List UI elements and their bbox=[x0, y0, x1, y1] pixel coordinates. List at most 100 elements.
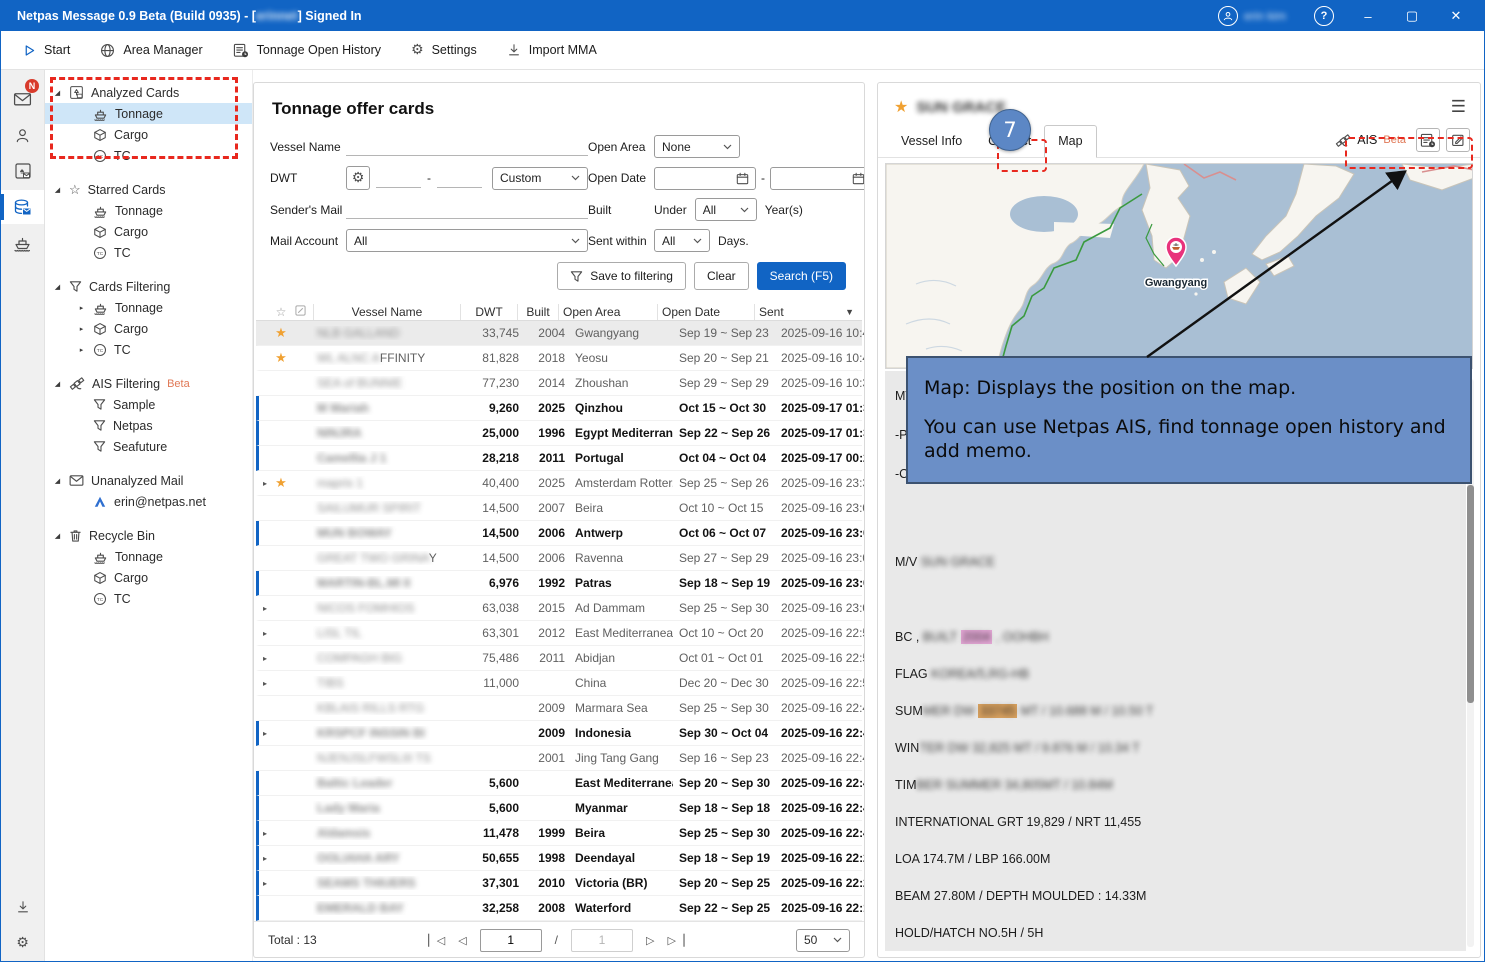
table-row[interactable]: M Mariah9,2602025QinzhouOct 15 ~ Oct 302… bbox=[256, 396, 862, 421]
table-row[interactable]: NINJRA25,0001996Egypt Mediterrane...Sep … bbox=[256, 421, 862, 446]
open-date-from-input[interactable] bbox=[654, 167, 756, 190]
dwt-column-header[interactable]: DWT bbox=[461, 305, 517, 319]
tonnage-open-history-button[interactable]: Tonnage Open History bbox=[233, 43, 381, 58]
row-expand-icon[interactable]: ▸ bbox=[259, 604, 271, 613]
settings-button[interactable]: ⚙Settings bbox=[411, 43, 477, 57]
row-expand-icon[interactable]: ▸ bbox=[259, 879, 271, 888]
expander-icon[interactable]: ◢ bbox=[53, 186, 62, 194]
sent-within-select[interactable]: All bbox=[654, 229, 710, 252]
expander-icon[interactable]: ▸ bbox=[77, 346, 86, 354]
expander-icon[interactable]: ◢ bbox=[53, 89, 62, 97]
sidebar-item-ais-filtering[interactable]: ◢AIS FilteringBeta bbox=[45, 373, 252, 394]
open-area-column-header[interactable]: Open Area bbox=[559, 305, 657, 319]
row-expand-icon[interactable]: ▸ bbox=[259, 679, 271, 688]
minimize-button[interactable]: – bbox=[1348, 2, 1388, 30]
scrollbar-thumb[interactable] bbox=[1467, 485, 1474, 703]
row-star-icon[interactable]: ★ bbox=[271, 350, 291, 366]
table-row[interactable]: ★WL ALNC AFFINITY81,8282018YeosuSep 20 ~… bbox=[256, 346, 862, 371]
mail-account-select[interactable]: All bbox=[346, 229, 588, 252]
table-row[interactable]: ▸LISL TIL63,3012012East Mediterranean...… bbox=[256, 621, 862, 646]
sent-column-header[interactable]: Sent bbox=[755, 305, 841, 319]
panel-menu-icon[interactable]: ☰ bbox=[1451, 97, 1466, 117]
last-page-button[interactable]: ▷▕ bbox=[667, 934, 684, 947]
ais-button[interactable]: AISBeta bbox=[1335, 133, 1406, 148]
rail-contacts-button[interactable] bbox=[1, 118, 44, 152]
save-to-filtering-button[interactable]: Save to filtering bbox=[557, 262, 686, 290]
expander-icon[interactable]: ▸ bbox=[77, 304, 86, 312]
expander-icon[interactable]: ◢ bbox=[53, 283, 62, 291]
table-row[interactable]: Baltic Leader5,600East Mediterranea...Se… bbox=[256, 771, 862, 796]
built-select[interactable]: All bbox=[695, 198, 757, 221]
vessel-star-icon[interactable]: ★ bbox=[894, 97, 908, 117]
row-expand-icon[interactable]: ▸ bbox=[259, 854, 271, 863]
sidebar-item-analyzed-cards-tc[interactable]: TCTC bbox=[45, 145, 252, 166]
close-button[interactable]: ✕ bbox=[1436, 2, 1476, 30]
sidebar-item-recycle-bin-cargo[interactable]: Cargo bbox=[45, 567, 252, 588]
table-row[interactable]: ▸★mapris 140,4002025Amsterdam Rotter...S… bbox=[256, 471, 862, 496]
sidebar-item-recycle-bin[interactable]: ◢Recycle Bin bbox=[45, 525, 252, 546]
row-expand-icon[interactable]: ▸ bbox=[259, 729, 271, 738]
page-input[interactable] bbox=[480, 929, 542, 952]
sidebar-item-analyzed-cards-tonnage[interactable]: Tonnage bbox=[45, 103, 252, 124]
expander-icon[interactable]: ▸ bbox=[77, 325, 86, 333]
vessel-name-column-header[interactable]: Vessel Name bbox=[314, 305, 460, 319]
sidebar-item-analyzed-cards-cargo[interactable]: Cargo bbox=[45, 124, 252, 145]
clear-button[interactable]: Clear bbox=[694, 262, 749, 290]
sidebar-item-recycle-bin-tc[interactable]: TCTC bbox=[45, 588, 252, 609]
import-mma-button[interactable]: Import MMA bbox=[507, 43, 597, 57]
page-size-select[interactable]: 50 bbox=[796, 929, 850, 952]
sidebar-item-starred-cards-tc[interactable]: TCTC bbox=[45, 242, 252, 263]
sidebar-item-cards-filtering-tc[interactable]: ▸TCTC bbox=[45, 339, 252, 360]
dwt-preset-select[interactable]: Custom bbox=[492, 167, 588, 190]
table-row[interactable]: MARTIN-BL.MI II6,9761992PatrasSep 18 ~ S… bbox=[256, 571, 862, 596]
sidebar-item-unanalyzed-mail[interactable]: ◢Unanalyzed Mail bbox=[45, 470, 252, 491]
rail-vessel-button[interactable] bbox=[1, 226, 44, 260]
sidebar-item-recycle-bin-tonnage[interactable]: Tonnage bbox=[45, 546, 252, 567]
row-expand-icon[interactable]: ▸ bbox=[259, 829, 271, 838]
row-expand-icon[interactable]: ▸ bbox=[259, 479, 271, 488]
row-star-icon[interactable]: ★ bbox=[271, 325, 291, 341]
rail-mail-button[interactable]: N bbox=[1, 82, 44, 116]
table-row[interactable]: MUN BOWAY14,5002006AntwerpOct 06 ~ Oct 0… bbox=[256, 521, 862, 546]
rail-cards-button[interactable] bbox=[1, 190, 44, 224]
sidebar-item-ais-filtering-netpas[interactable]: Netpas bbox=[45, 415, 252, 436]
table-row[interactable]: SEA of BUNNIE77,2302014ZhoushanSep 29 ~ … bbox=[256, 371, 862, 396]
rail-card-analysis-button[interactable]: ♠ bbox=[1, 154, 44, 188]
table-row[interactable]: ▸NICOS FOMHIOS63,0382015Ad DammamSep 25 … bbox=[256, 596, 862, 621]
star-column-header[interactable]: ☆ bbox=[271, 305, 291, 319]
area-manager-button[interactable]: Area Manager bbox=[100, 43, 202, 58]
search-button[interactable]: Search (F5) bbox=[757, 262, 846, 290]
tab-map[interactable]: Map bbox=[1044, 125, 1096, 158]
open-area-select[interactable]: None bbox=[654, 135, 740, 158]
senders-mail-input[interactable] bbox=[346, 200, 588, 219]
row-expand-icon[interactable]: ▸ bbox=[259, 654, 271, 663]
rail-download-button[interactable] bbox=[1, 890, 44, 924]
maximize-button[interactable]: ▢ bbox=[1392, 2, 1432, 30]
sidebar-item-analyzed-cards[interactable]: ◢Analyzed Cards bbox=[45, 82, 252, 103]
first-page-button[interactable]: ▏◁ bbox=[428, 934, 445, 947]
sidebar-item-starred-cards-tonnage[interactable]: Tonnage bbox=[45, 200, 252, 221]
built-column-header[interactable]: Built bbox=[518, 305, 558, 319]
help-button[interactable]: ? bbox=[1304, 2, 1344, 30]
check-column-header[interactable] bbox=[291, 305, 313, 319]
sidebar-item-cards-filtering-cargo[interactable]: ▸Cargo bbox=[45, 318, 252, 339]
dwt-settings-button[interactable]: ⚙ bbox=[346, 166, 370, 190]
sidebar-item-cards-filtering[interactable]: ◢Cards Filtering bbox=[45, 276, 252, 297]
expander-icon[interactable]: ◢ bbox=[53, 380, 62, 388]
open-date-to-input[interactable] bbox=[770, 167, 865, 190]
sidebar-item-cards-filtering-tonnage[interactable]: ▸Tonnage bbox=[45, 297, 252, 318]
position-map[interactable]: Gwangyang bbox=[885, 163, 1473, 369]
table-row[interactable]: ▸OOLIAHA ARY50,6551998DeendayalSep 18 ~ … bbox=[256, 846, 862, 871]
table-row[interactable]: GREAT TWO GRINAY14,5002006RavennaSep 27 … bbox=[256, 546, 862, 571]
dwt-max-input[interactable] bbox=[437, 169, 482, 188]
table-row[interactable]: Camellia J 128,2182011PortugalOct 04 ~ O… bbox=[256, 446, 862, 471]
table-row[interactable]: NJENJSLFWSLIII TS2001Jing Tang GangSep 1… bbox=[256, 746, 862, 771]
memo-button[interactable] bbox=[1446, 128, 1470, 152]
expander-icon[interactable]: ◢ bbox=[53, 532, 62, 540]
prev-page-button[interactable]: ◁ bbox=[458, 934, 466, 947]
open-history-button[interactable] bbox=[1416, 128, 1440, 152]
account-chip[interactable]: erin kim bbox=[1218, 6, 1286, 26]
table-row[interactable]: ▸Aldamsis11,4781999BeiraSep 25 ~ Sep 302… bbox=[256, 821, 862, 846]
table-row[interactable]: Lady Maria5,600MyanmarSep 18 ~ Sep 18202… bbox=[256, 796, 862, 821]
row-expand-icon[interactable]: ▸ bbox=[259, 629, 271, 638]
